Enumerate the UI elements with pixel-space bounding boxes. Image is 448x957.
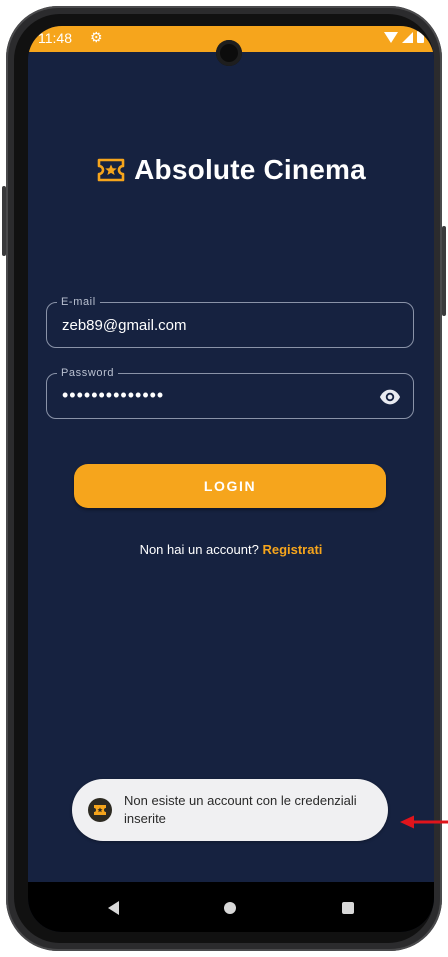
- register-link[interactable]: Registrati: [262, 542, 322, 557]
- email-value: zeb89@gmail.com: [62, 317, 187, 334]
- battery-icon: [417, 31, 424, 43]
- email-label: E-mail: [57, 295, 100, 309]
- status-indicators: [384, 31, 424, 43]
- navigation-bar: [28, 882, 434, 932]
- email-field[interactable]: E-mail zeb89@gmail.com: [46, 295, 414, 348]
- status-time: 11:48: [38, 30, 72, 46]
- app-screen: 11:48 ⚙ Absolute Cinema E-mail zeb89@gma…: [28, 26, 434, 932]
- password-value: ••••••••••••••: [62, 385, 165, 405]
- power-button: [2, 186, 6, 256]
- toast-text: Non esiste un account con le credenziali…: [124, 793, 357, 826]
- front-camera: [216, 40, 242, 66]
- home-icon[interactable]: [224, 902, 236, 914]
- toast-message: Non esiste un account con le credenziali…: [72, 779, 388, 841]
- annotation-arrow-icon: [400, 815, 448, 829]
- gear-icon: ⚙: [90, 29, 103, 45]
- recents-icon[interactable]: [342, 902, 354, 914]
- password-label: Password: [57, 366, 119, 380]
- wifi-icon: [384, 31, 398, 43]
- app-brand: Absolute Cinema: [28, 154, 434, 186]
- app-title: Absolute Cinema: [134, 154, 366, 185]
- volume-button: [442, 226, 446, 316]
- password-field[interactable]: Password ••••••••••••••: [46, 366, 414, 419]
- eye-icon[interactable]: [379, 387, 401, 407]
- app-ticket-icon: [88, 798, 112, 822]
- register-prompt-text: Non hai un account?: [139, 542, 259, 557]
- back-icon[interactable]: [108, 901, 119, 915]
- register-prompt: Non hai un account? Registrati: [28, 542, 434, 557]
- login-button[interactable]: LOGIN: [74, 464, 386, 508]
- ticket-star-icon: [97, 158, 125, 182]
- signal-icon: [402, 31, 413, 43]
